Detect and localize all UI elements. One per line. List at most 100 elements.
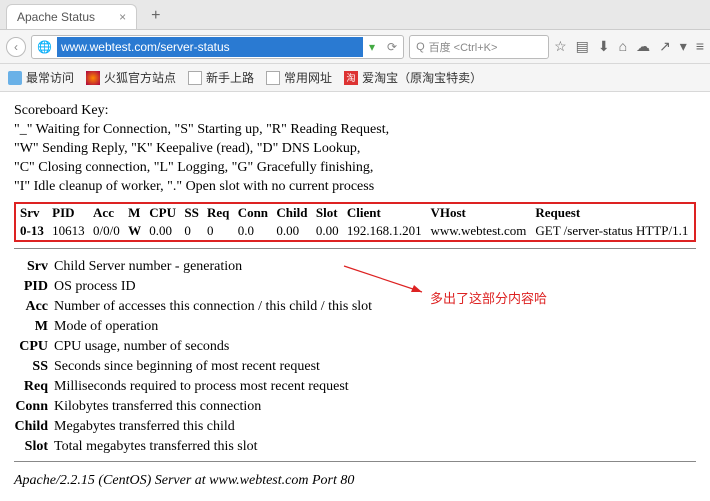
def-row: ConnKilobytes transferred this connectio… [14,399,696,415]
download-icon[interactable]: ⬇ [598,38,610,55]
def-desc: Mode of operation [54,319,696,335]
th-conn: Conn [234,204,273,222]
td-request: GET /server-status HTTP/1.1 [531,222,694,240]
bookmark-firefox[interactable]: 火狐官方站点 [86,69,176,86]
bookmark-newuser[interactable]: 新手上路 [188,69,254,86]
share-icon[interactable]: ↗ [659,38,671,55]
divider [14,461,696,462]
def-desc: Milliseconds required to process most re… [54,379,696,395]
bookmark-label: 新手上路 [206,69,254,86]
th-ss: SS [180,204,203,222]
divider [14,248,696,249]
chevron-down-icon[interactable]: ▾ [680,38,687,55]
def-row: ChildMegabytes transferred this child [14,419,696,435]
folder-icon [8,71,22,85]
bookmark-most-visited[interactable]: 最常访问 [8,69,74,86]
td-client: 192.168.1.201 [343,222,427,240]
td-pid: 10613 [48,222,89,240]
address-bar: ‹ 🌐 www.webtest.com/server-status ▾ ⟳ Q … [0,30,710,64]
annotation-text: 多出了这部分内容哈 [430,288,547,307]
th-cpu: CPU [145,204,180,222]
menu-icon[interactable]: ≡ [696,38,704,55]
close-icon[interactable]: × [119,10,126,24]
th-slot: Slot [312,204,343,222]
th-req: Req [203,204,234,222]
bookmarks-bar: 最常访问 火狐官方站点 新手上路 常用网址 淘爱淘宝（原淘宝特卖） [0,64,710,92]
td-conn: 0.0 [234,222,273,240]
scoreboard-title: Scoreboard Key: [14,102,696,121]
toolbar-icons: ☆ ▤ ⬇ ⌂ ☁ ↗ ▾ ≡ [554,38,704,55]
def-term: Req [14,379,54,395]
star-icon[interactable]: ☆ [554,38,567,55]
def-desc: CPU usage, number of seconds [54,339,696,355]
th-vhost: VHost [426,204,531,222]
def-term: Acc [14,299,54,315]
th-srv: Srv [16,204,48,222]
scoreboard-line: "_" Waiting for Connection, "S" Starting… [14,121,696,140]
search-icon: Q [416,41,425,53]
bookmark-label: 火狐官方站点 [104,69,176,86]
td-acc: 0/0/0 [89,222,124,240]
td-m: W [124,222,145,240]
def-term: Conn [14,399,54,415]
server-signature: Apache/2.2.15 (CentOS) Server at www.web… [14,472,696,491]
th-m: M [124,204,145,222]
annotation-arrow [340,262,430,302]
def-term: SS [14,359,54,375]
home-icon[interactable]: ⌂ [619,38,627,55]
browser-tab[interactable]: Apache Status × [6,4,137,29]
status-table: Srv PID Acc M CPU SS Req Conn Child Slot… [16,204,694,240]
th-pid: PID [48,204,89,222]
scoreboard-line: "I" Idle cleanup of worker, "." Open slo… [14,178,696,197]
def-term: PID [14,279,54,295]
th-child: Child [272,204,311,222]
list-icon[interactable]: ▤ [576,38,589,55]
def-desc: Kilobytes transferred this connection [54,399,696,415]
shield-icon: ▾ [363,40,381,54]
url-input[interactable]: www.webtest.com/server-status [57,37,363,57]
firefox-icon [86,71,100,85]
def-desc: Seconds since beginning of most recent r… [54,359,696,375]
def-row: SlotTotal megabytes transferred this slo… [14,439,696,455]
sync-icon[interactable]: ☁ [636,38,650,55]
td-ss: 0 [180,222,203,240]
def-term: Slot [14,439,54,455]
def-desc: Megabytes transferred this child [54,419,696,435]
globe-icon: 🌐 [32,40,57,54]
th-request: Request [531,204,694,222]
new-tab-button[interactable]: + [143,3,168,29]
td-req: 0 [203,222,234,240]
bookmark-common[interactable]: 常用网址 [266,69,332,86]
def-term: Srv [14,259,54,275]
reload-icon[interactable]: ⟳ [381,40,403,54]
td-srv: 0-13 [16,222,48,240]
url-box[interactable]: 🌐 www.webtest.com/server-status ▾ ⟳ [31,35,404,59]
def-row: SSSeconds since beginning of most recent… [14,359,696,375]
scoreboard-line: "C" Closing connection, "L" Logging, "G"… [14,159,696,178]
td-slot: 0.00 [312,222,343,240]
tab-bar: Apache Status × + [0,0,710,30]
page-icon [188,71,202,85]
def-row: CPUCPU usage, number of seconds [14,339,696,355]
search-placeholder: 百度 <Ctrl+K> [429,39,498,55]
td-vhost: www.webtest.com [426,222,531,240]
def-term: Child [14,419,54,435]
def-row: ReqMilliseconds required to process most… [14,379,696,395]
th-acc: Acc [89,204,124,222]
bookmark-taobao[interactable]: 淘爱淘宝（原淘宝特卖） [344,69,482,86]
taobao-icon: 淘 [344,71,358,85]
td-cpu: 0.00 [145,222,180,240]
back-button[interactable]: ‹ [6,37,26,57]
def-desc: Total megabytes transferred this slot [54,439,696,455]
bookmark-label: 爱淘宝（原淘宝特卖） [362,69,482,86]
page-icon [266,71,280,85]
bookmark-label: 常用网址 [284,69,332,86]
th-client: Client [343,204,427,222]
def-row: MMode of operation [14,319,696,335]
table-row: 0-13 10613 0/0/0 W 0.00 0 0 0.0 0.00 0.0… [16,222,694,240]
search-input[interactable]: Q 百度 <Ctrl+K> [409,35,549,59]
def-term: CPU [14,339,54,355]
scoreboard-line: "W" Sending Reply, "K" Keepalive (read),… [14,140,696,159]
page-content: Scoreboard Key: "_" Waiting for Connecti… [0,92,710,501]
td-child: 0.00 [272,222,311,240]
